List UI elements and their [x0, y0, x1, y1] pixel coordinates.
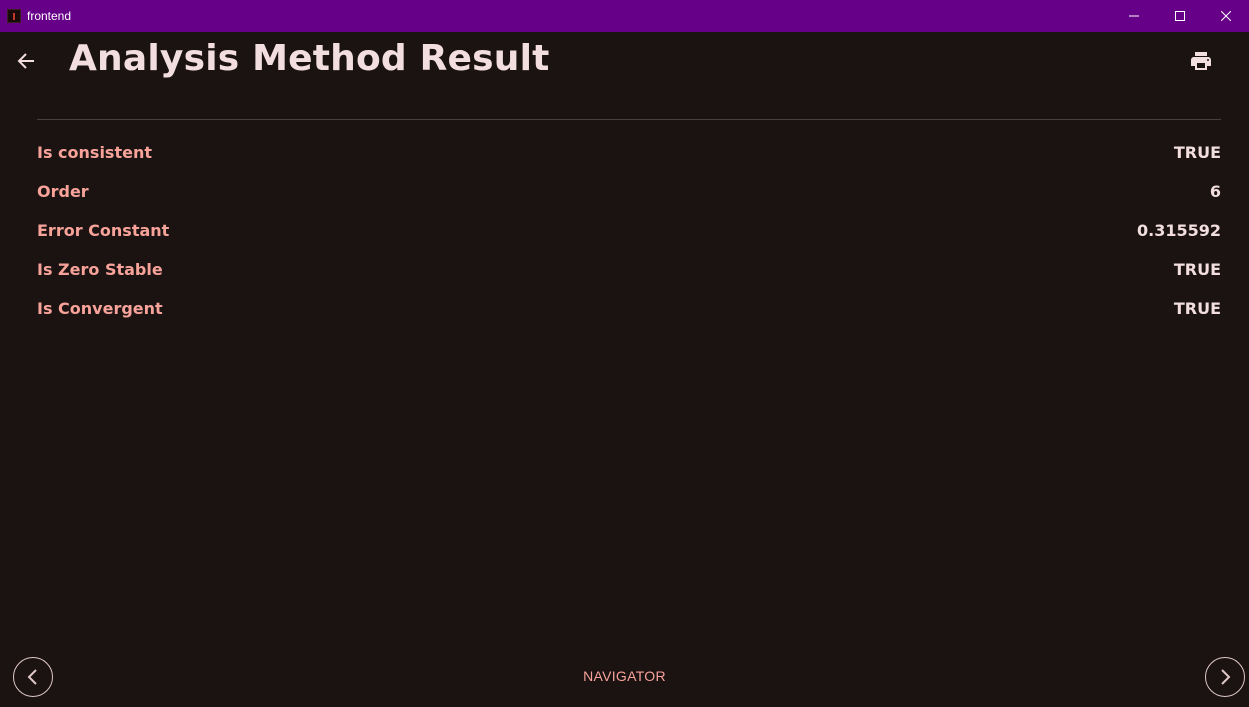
result-value: TRUE: [1173, 299, 1221, 318]
app-icon: [7, 9, 21, 23]
minimize-icon: [1129, 15, 1139, 17]
header-divider: [37, 119, 1221, 120]
maximize-icon: [1175, 11, 1185, 21]
navigator-label: NAVIGATOR: [583, 668, 666, 684]
printer-icon: [1191, 52, 1211, 70]
result-row-is-consistent: Is consistent TRUE: [37, 133, 1221, 172]
maximize-button[interactable]: [1157, 0, 1203, 32]
close-button[interactable]: [1203, 0, 1249, 32]
window-title: frontend: [27, 9, 72, 23]
print-button[interactable]: [1187, 47, 1215, 75]
window-controls: [1111, 0, 1249, 32]
results-list: Is consistent TRUE Order 6 Error Constan…: [37, 133, 1221, 328]
result-label: Error Constant: [37, 221, 170, 240]
result-row-order: Order 6: [37, 172, 1221, 211]
result-value: TRUE: [1173, 260, 1221, 279]
result-label: Is Convergent: [37, 299, 163, 318]
chevron-right-icon: [1221, 669, 1231, 685]
navigator-footer: NAVIGATOR: [0, 655, 1249, 699]
result-value: 0.315592: [1136, 221, 1221, 240]
result-row-is-convergent: Is Convergent TRUE: [37, 289, 1221, 328]
result-label: Is Zero Stable: [37, 260, 163, 279]
result-value: 6: [1209, 182, 1221, 201]
result-label: Order: [37, 182, 89, 201]
page-header: Analysis Method Result: [0, 32, 1249, 90]
result-value: TRUE: [1173, 143, 1221, 162]
back-button[interactable]: [12, 47, 40, 75]
page-title: Analysis Method Result: [69, 38, 550, 79]
result-label: Is consistent: [37, 143, 152, 162]
window-titlebar[interactable]: frontend: [0, 0, 1249, 32]
minimize-button[interactable]: [1111, 0, 1157, 32]
result-row-error-constant: Error Constant 0.315592: [37, 211, 1221, 250]
next-button[interactable]: [1205, 657, 1245, 697]
close-icon: [1221, 11, 1231, 21]
result-row-is-zero-stable: Is Zero Stable TRUE: [37, 250, 1221, 289]
arrow-left-icon: [17, 53, 34, 69]
